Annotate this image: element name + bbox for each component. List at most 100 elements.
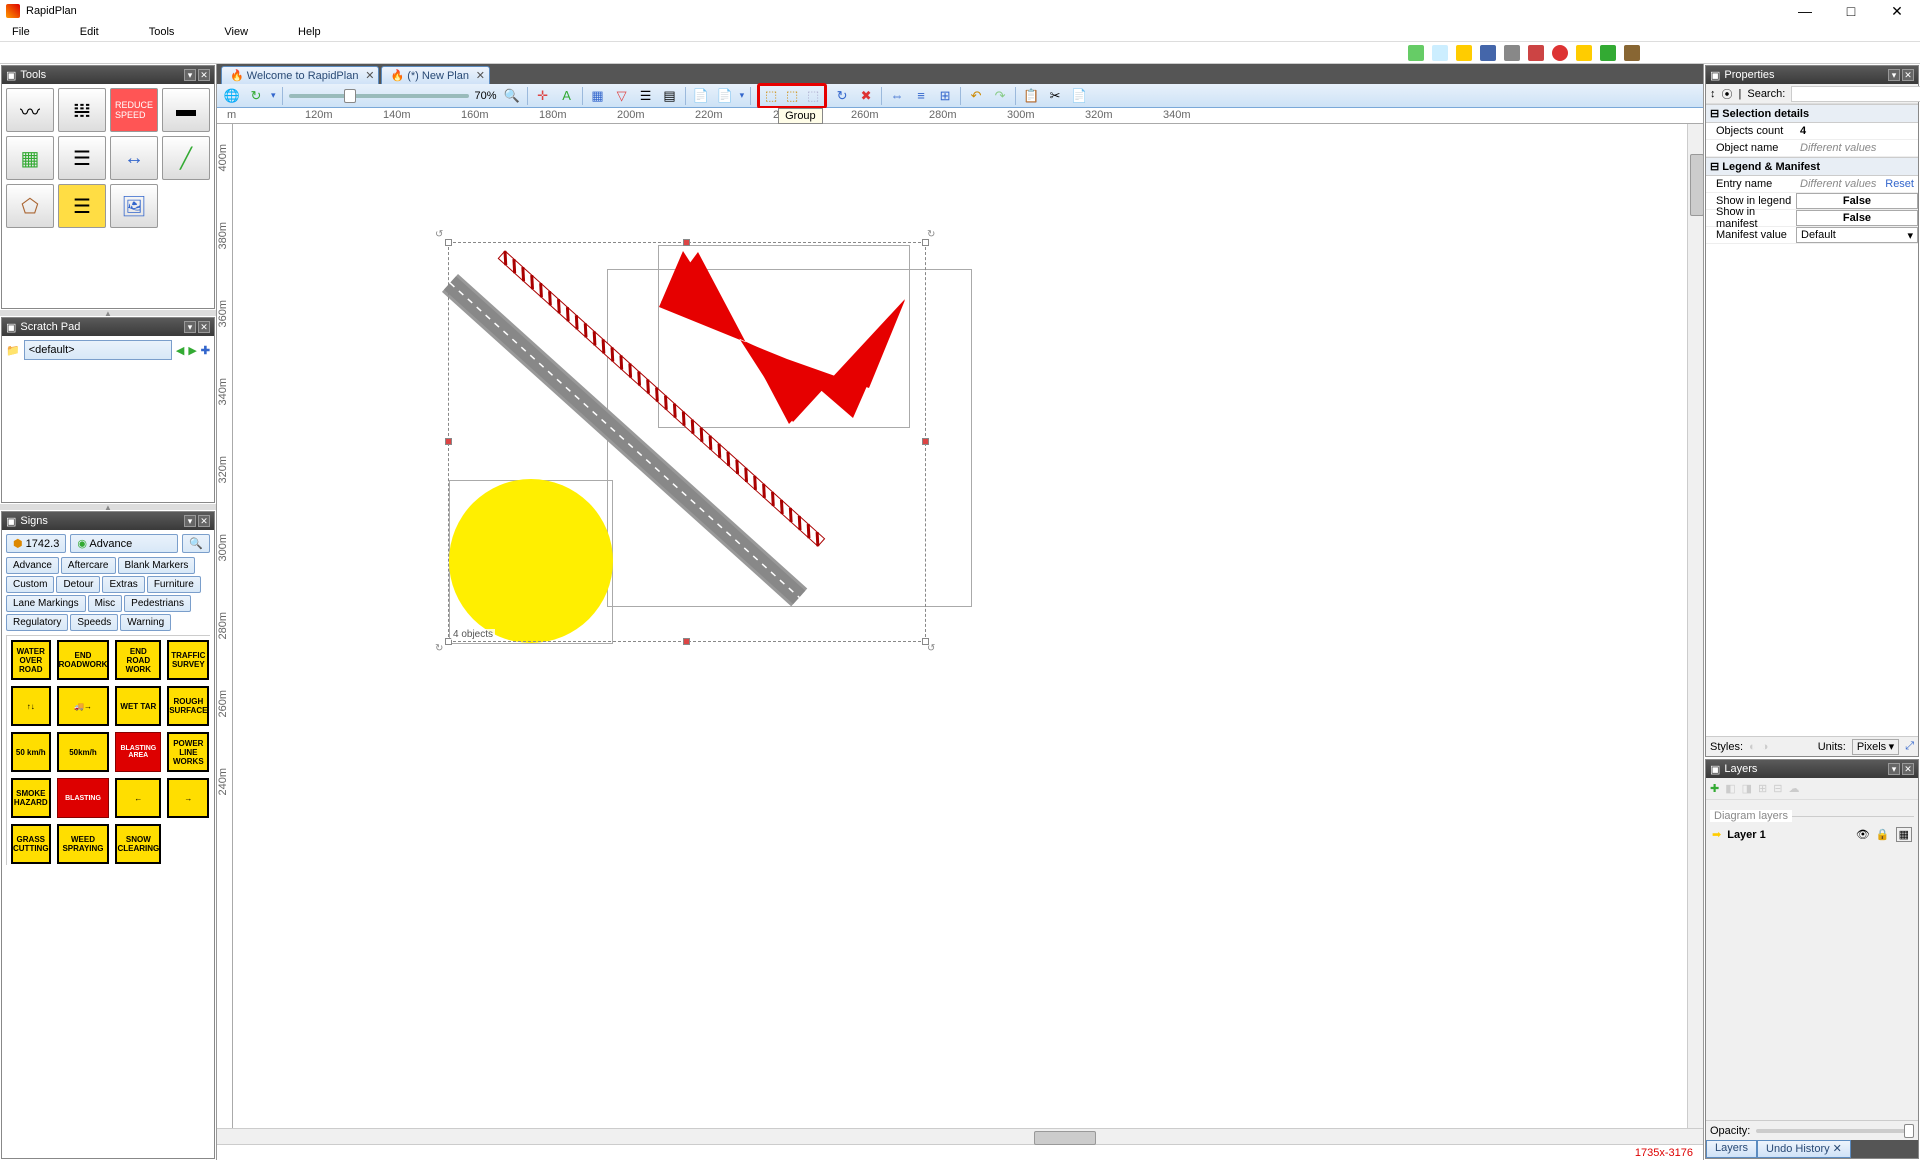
panel-pin-icon[interactable]: ▾	[184, 69, 196, 81]
sign-category[interactable]: Warning	[120, 614, 171, 631]
sign-category[interactable]: Advance	[6, 557, 59, 574]
sign-item[interactable]: BLASTING AREA	[115, 732, 161, 772]
flip-h-icon[interactable]: ⇔	[888, 87, 906, 105]
resize-handle[interactable]	[922, 239, 929, 246]
layer-item[interactable]: ➡ Layer 1 👁 🔒 ▦	[1710, 823, 1914, 846]
reset-link[interactable]: Reset	[1885, 178, 1918, 190]
units-select[interactable]: Pixels▾	[1852, 739, 1899, 755]
menu-file[interactable]: File	[6, 24, 36, 40]
sign-category[interactable]: Pedestrians	[124, 595, 191, 612]
add-icon[interactable]: ✚	[201, 344, 210, 357]
collapse-icon[interactable]: ▣	[6, 515, 16, 528]
export-icon[interactable]	[1528, 45, 1544, 61]
sign-item[interactable]: ←	[115, 778, 161, 818]
panel-pin-icon[interactable]: ▾	[184, 321, 196, 333]
align-icon[interactable]: ≡	[912, 87, 930, 105]
section-legend[interactable]: ⊟ Legend & Manifest	[1706, 157, 1918, 176]
collapse-icon[interactable]: ▣	[6, 321, 16, 334]
copy-icon[interactable]: 📋	[1022, 87, 1040, 105]
text-icon[interactable]: A	[558, 87, 576, 105]
tool-dimension[interactable]: ↔	[110, 136, 158, 180]
target-icon[interactable]: ✛	[534, 87, 552, 105]
style-icon[interactable]: ◑	[1762, 741, 1769, 753]
layer-icon[interactable]: ⊞	[1758, 782, 1767, 795]
sign-item[interactable]: ROUGH SURFACE	[167, 686, 209, 726]
tool-road[interactable]: 〰	[6, 88, 54, 132]
tool-legend[interactable]: ☰	[58, 136, 106, 180]
selection-box[interactable]: ↺ ↻ ↻ ↺	[448, 242, 926, 642]
window-maximize[interactable]: □	[1828, 0, 1874, 22]
panel-close-icon[interactable]: ✕	[1902, 763, 1914, 775]
tool-shape[interactable]: ⬠	[6, 184, 54, 228]
list-icon[interactable]: ☰	[637, 87, 655, 105]
sign-item[interactable]: WEED SPRAYING	[57, 824, 110, 864]
sign-item[interactable]: POWER LINE WORKS	[167, 732, 209, 772]
panel-close-icon[interactable]: ✕	[1902, 69, 1914, 81]
tool-speed-sign[interactable]: REDUCESPEED	[110, 88, 158, 132]
new-icon[interactable]	[1408, 45, 1424, 61]
sign-category[interactable]: Detour	[56, 576, 100, 593]
panel-close-icon[interactable]: ✕	[198, 69, 210, 81]
sign-category[interactable]: Aftercare	[61, 557, 116, 574]
resize-handle[interactable]: ▲	[0, 310, 216, 316]
prop-value[interactable]: False	[1796, 210, 1918, 226]
sign-item[interactable]: SMOKE HAZARD	[11, 778, 51, 818]
ungroup-icon[interactable]: ⬚	[783, 87, 801, 105]
tool-area[interactable]: ▦	[6, 136, 54, 180]
sign-category[interactable]: Furniture	[147, 576, 201, 593]
dropdown-icon[interactable]: ▾	[740, 90, 745, 101]
print-icon[interactable]	[1504, 45, 1520, 61]
dropdown-icon[interactable]: ▾	[271, 90, 276, 101]
menu-tools[interactable]: Tools	[143, 24, 181, 40]
stop-icon[interactable]	[1552, 45, 1568, 61]
canvas[interactable]: 400m380m360m340m320m300m280m260m240m	[217, 124, 1703, 1128]
scrollbar-horizontal[interactable]	[217, 1128, 1703, 1144]
signs-current[interactable]: ◉ Advance	[70, 534, 178, 553]
rotate-icon[interactable]: ↻	[833, 87, 851, 105]
page-icon[interactable]	[1432, 45, 1448, 61]
layer-icon[interactable]: ☁	[1788, 782, 1799, 795]
sign-item[interactable]: ↑↓	[11, 686, 51, 726]
collapse-icon[interactable]: ▣	[6, 69, 16, 82]
collapse-icon[interactable]: ▣	[1710, 69, 1720, 82]
filter-icon[interactable]: ⦿	[1722, 86, 1733, 102]
layer-icon[interactable]: ▦	[589, 87, 607, 105]
redo-icon[interactable]: ↷	[991, 87, 1009, 105]
sign-category[interactable]: Blank Markers	[118, 557, 196, 574]
sign-item[interactable]: →	[167, 778, 209, 818]
save-icon[interactable]	[1480, 45, 1496, 61]
panel-pin-icon[interactable]: ▾	[1888, 69, 1900, 81]
sign-item[interactable]: TRAFFIC SURVEY	[167, 640, 209, 680]
sign-category[interactable]: Speeds	[70, 614, 118, 631]
sign-item[interactable]: END ROADWORK	[57, 640, 110, 680]
undo-icon[interactable]: ↶	[967, 87, 985, 105]
delete-icon[interactable]: ✖	[857, 87, 875, 105]
panel-pin-icon[interactable]: ▾	[1888, 763, 1900, 775]
menu-view[interactable]: View	[218, 24, 254, 40]
zoom-slider[interactable]	[289, 94, 469, 98]
layer-icon[interactable]: ◨	[1742, 782, 1752, 795]
signs-search-icon[interactable]: 🔍	[182, 534, 210, 553]
opacity-slider[interactable]	[1756, 1129, 1914, 1133]
tool-image[interactable]: 🖼	[110, 184, 158, 228]
check-icon[interactable]	[1600, 45, 1616, 61]
tab-layers[interactable]: Layers	[1706, 1140, 1757, 1158]
flag-icon[interactable]: ▽	[613, 87, 631, 105]
tab-undo-history[interactable]: Undo History ✕	[1757, 1140, 1851, 1158]
sign-item[interactable]: SNOW CLEARING	[115, 824, 161, 864]
exit-icon[interactable]	[1624, 45, 1640, 61]
add-layer-icon[interactable]: ✚	[1710, 782, 1719, 795]
window-close[interactable]: ✕	[1874, 0, 1920, 22]
style-icon[interactable]: ◐	[1749, 741, 1756, 753]
layer-icon[interactable]: ◧	[1725, 782, 1735, 795]
panel-close-icon[interactable]: ✕	[198, 515, 210, 527]
signs-count[interactable]: ⬢ 1742.3	[6, 534, 66, 553]
menu-help[interactable]: Help	[292, 24, 327, 40]
resize-handle[interactable]	[445, 239, 452, 246]
expand-icon[interactable]: ⤢	[1905, 740, 1914, 753]
paste-icon[interactable]: 📄	[1070, 87, 1088, 105]
regroup-icon[interactable]: ⬚	[804, 87, 822, 105]
zoom-icon[interactable]: 🔍	[503, 87, 521, 105]
panel-pin-icon[interactable]: ▾	[184, 515, 196, 527]
sign-item[interactable]: GRASS CUTTING	[11, 824, 51, 864]
